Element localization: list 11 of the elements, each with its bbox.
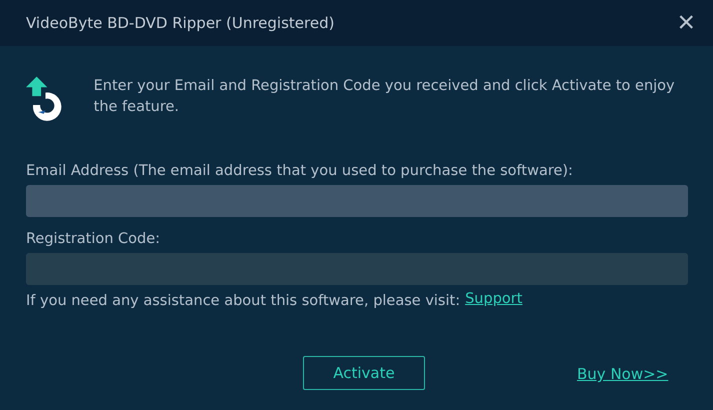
- close-button[interactable]: ×: [677, 8, 695, 38]
- help-text: If you need any assistance about this software, please visit:: [26, 292, 460, 311]
- input-field[interactable]: [26, 185, 688, 217]
- input-field[interactable]: [26, 253, 688, 285]
- support-link[interactable]: Support: [465, 291, 522, 311]
- window-title: VideoByte BD-DVD Ripper (Unregistered): [26, 14, 334, 32]
- field-label: Registration Code:: [26, 230, 162, 249]
- buy-now-link[interactable]: Buy Now>>: [577, 365, 668, 383]
- activate-button[interactable]: Activate: [303, 356, 425, 390]
- intro-text: Enter your Email and Registration Code you received and click Activate to enjoy the feature.: [94, 77, 676, 117]
- field-label: Email Address (The email address that you used to purchase the software):: [26, 162, 574, 181]
